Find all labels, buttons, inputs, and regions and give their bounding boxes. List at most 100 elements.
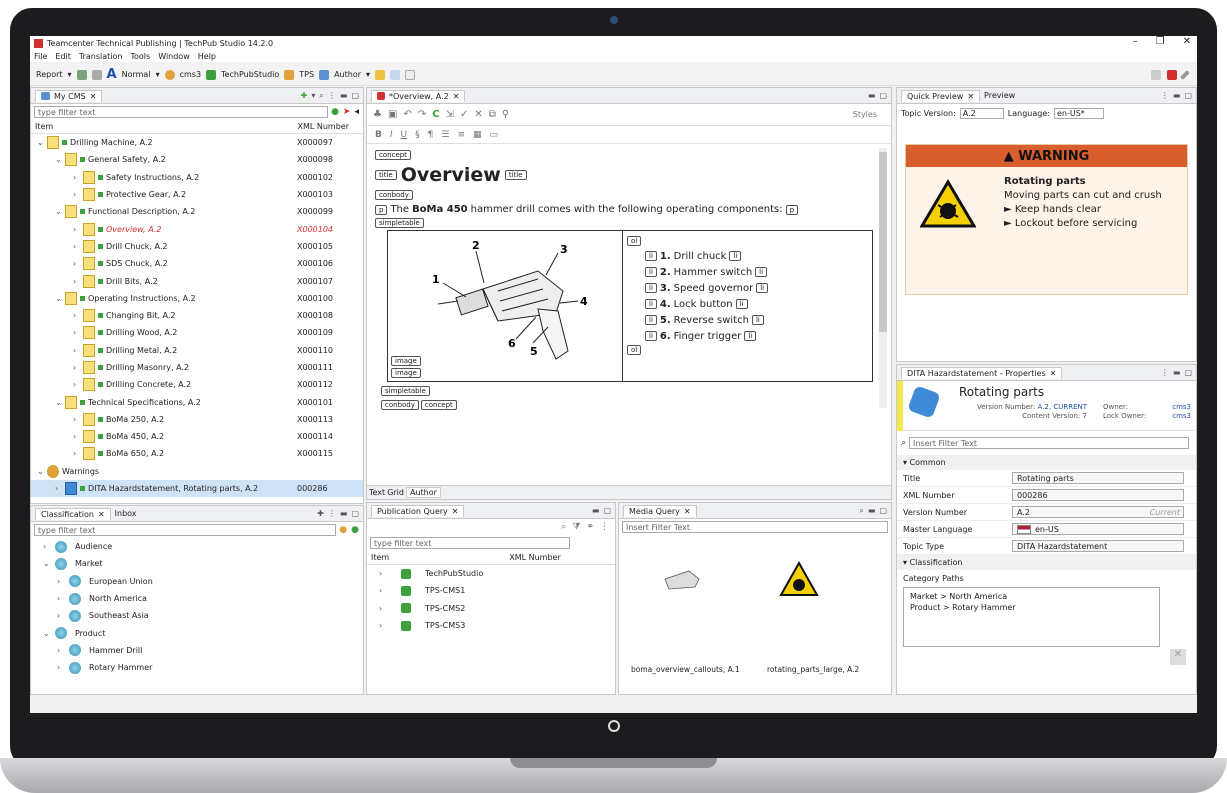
validate-icon[interactable]: ✓ [460,109,468,120]
redo-icon[interactable]: ↷ [418,109,426,120]
report-button[interactable]: Report [36,70,63,79]
tab-overview[interactable]: *Overview, A.2 ✕ [371,89,466,102]
cms-tree-row[interactable]: ⌄ General Safety, A.2 X000098 [31,151,363,168]
list-item[interactable]: li 1. Drill chuck li [645,248,868,264]
minimize-panel-icon[interactable]: ▬ [1173,368,1181,377]
insert-icon[interactable]: ⇲ [446,109,454,120]
maximize-panel-icon[interactable]: ▢ [1184,91,1192,100]
menu-icon[interactable]: ⋮ [328,509,336,518]
tag-ol[interactable]: ol [627,236,642,246]
media-thumb-drill[interactable] [659,565,703,595]
tag-concept-end[interactable]: concept [420,400,457,410]
minimize-icon[interactable]: – [1133,36,1138,47]
spellcheck-icon[interactable] [405,69,416,80]
cms-tree-row[interactable]: › Drilling Concrete, A.2 X000112 [31,376,363,393]
minimize-panel-icon[interactable]: ▬ [868,91,876,100]
section-common[interactable]: ▾ Common [897,455,1196,470]
perspective-icon[interactable] [1151,69,1161,80]
classification-row[interactable]: › European Union [31,573,363,590]
add-icon[interactable]: ✚ [317,509,324,518]
tag-concept[interactable]: concept [375,150,411,160]
chevron-right-icon[interactable]: › [73,449,83,458]
list-item[interactable]: li 2. Hammer switch li [645,264,868,280]
minimize-panel-icon[interactable]: ▬ [1173,91,1181,100]
search-icon[interactable]: ⌕ [561,522,566,532]
close-tab-icon[interactable]: ✕ [90,92,97,101]
category-path-2[interactable]: Product > Rotary Hammer [910,602,1153,613]
cms-tree-row[interactable]: › BoMa 450, A.2 X000114 [31,428,363,445]
menu-tools[interactable]: Tools [130,52,150,61]
chevron-down-icon[interactable]: ⌄ [55,294,65,303]
cms-tree-row[interactable]: › Protective Gear, A.2 X000103 [31,186,363,203]
classification-row[interactable]: › Hammer Drill [31,642,363,659]
tree-icon[interactable]: ♣ [373,109,382,120]
link-icon[interactable]: ⚲ [502,109,509,120]
search-icon[interactable]: ⌕ [859,506,863,516]
topic-version-select[interactable]: A.2 [959,107,1004,119]
styles-select[interactable]: Styles [853,110,877,119]
search-icon[interactable]: ⌕ [319,91,323,101]
close-tab-icon[interactable]: ✕ [684,507,691,516]
cms-tree-row[interactable]: › SDS Chuck, A.2 X000106 [31,255,363,272]
chevron-right-icon[interactable]: › [379,569,389,578]
menu-translation[interactable]: Translation [79,52,123,61]
dropdown-icon[interactable]: ▾ [311,91,315,101]
tag-conbody[interactable]: conbody [375,190,413,200]
list-item[interactable]: li 6. Finger trigger li [645,328,868,344]
pubquery-row[interactable]: › TechPubStudio [367,565,615,582]
cms-tree-row[interactable]: › Drilling Wood, A.2 X000109 [31,324,363,341]
mediaquery-filter-input[interactable]: Insert Filter Text [622,521,888,533]
classification-row[interactable]: › Southeast Asia [31,607,363,624]
classification-row[interactable]: › Rotary Hammer [31,659,363,676]
tag-title[interactable]: title [375,170,397,180]
tab-quick-preview[interactable]: Quick Preview ✕ [901,89,981,102]
save-icon[interactable] [76,69,87,80]
maximize-panel-icon[interactable]: ▢ [879,91,887,100]
property-value[interactable]: DITA Hazardstatement [1012,540,1184,552]
tag-simpletable-end[interactable]: simpletable [381,386,430,396]
chevron-down-icon[interactable]: ⌄ [43,629,55,638]
chevron-right-icon[interactable]: › [55,484,65,493]
tab-grid-mode[interactable]: Grid [387,488,404,497]
chevron-right-icon[interactable]: › [57,577,69,586]
chevron-right-icon[interactable]: › [73,380,83,389]
chevron-right-icon[interactable]: › [57,594,69,603]
chevron-right-icon[interactable]: › [73,190,83,199]
maximize-panel-icon[interactable]: ▢ [879,506,887,516]
add-icon[interactable]: ✚ [301,91,308,101]
chevron-right-icon[interactable]: › [73,328,83,337]
pin-icon[interactable] [1180,69,1190,80]
chevron-right-icon[interactable]: › [73,363,83,372]
pubquery-row[interactable]: › TPS-CMS2 [367,600,615,617]
cms-tree-row[interactable]: › Overview, A.2 X000104 [31,220,363,237]
tag-ol-end[interactable]: ol [627,345,642,355]
studio-button[interactable]: TechPubStudio [221,70,279,79]
tag-title-end[interactable]: title [504,170,527,180]
font-icon[interactable]: A [107,67,117,82]
close-tab-icon[interactable]: ✕ [452,507,459,516]
chevron-right-icon[interactable]: › [379,621,389,630]
cms-tree-row[interactable]: ⌄ Drilling Machine, A.2 X000097 [31,134,363,151]
refresh-icon[interactable]: ● [331,107,339,117]
cms-tree-row[interactable]: › BoMa 650, A.2 X000115 [31,445,363,462]
chevron-right-icon[interactable]: › [73,346,83,355]
classification-row[interactable]: › North America [31,590,363,607]
category-paths-list[interactable]: Market > North America Product > Rotary … [903,587,1160,647]
section-icon[interactable]: § [415,130,420,140]
tab-preview[interactable]: Preview [984,91,1015,100]
italic-icon[interactable]: I [390,130,393,140]
chevron-right-icon[interactable]: › [57,663,69,672]
menu-help[interactable]: Help [198,52,216,61]
properties-filter-input[interactable]: Insert Filter Text [909,437,1189,449]
remove-path-button[interactable]: ✕ [1170,649,1186,665]
property-value[interactable]: A.2 Current [1012,506,1184,518]
binoculars-icon[interactable]: ⚭ [586,522,594,532]
check-icon[interactable]: C [432,109,439,120]
chevron-down-icon[interactable]: ⌄ [43,559,55,568]
tag-image[interactable]: image [391,356,421,366]
col-xml-number[interactable]: XML Number [297,122,349,131]
menu-icon[interactable]: ⋮ [328,91,336,101]
minimize-panel-icon[interactable]: ▬ [592,506,600,515]
cms-tree-row[interactable]: ⌄ Technical Specifications, A.2 X000101 [31,393,363,410]
property-value[interactable]: 000286 [1012,489,1184,501]
